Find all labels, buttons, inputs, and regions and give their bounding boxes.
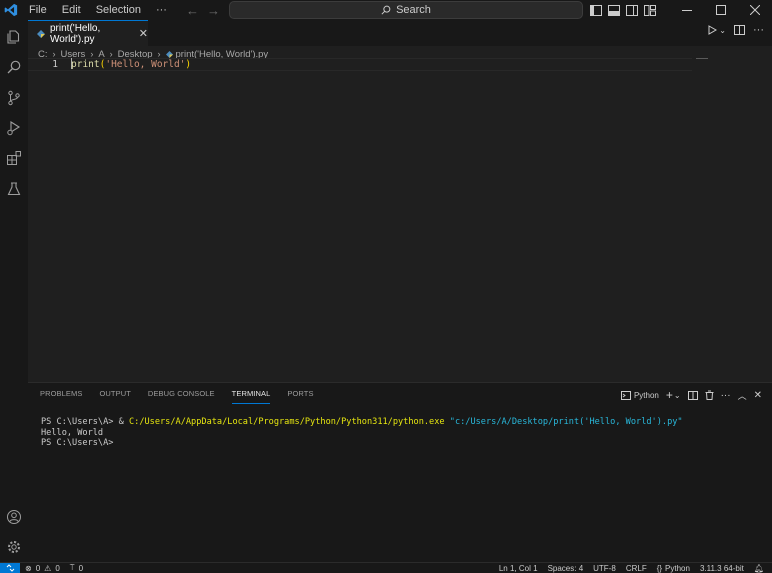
account-icon[interactable] <box>4 507 24 527</box>
bottom-panel: PROBLEMS OUTPUT DEBUG CONSOLE TERMINAL P… <box>28 382 772 562</box>
language-label: Python <box>665 564 690 573</box>
cursor-position[interactable]: Ln 1, Col 1 <box>499 564 538 573</box>
python-file-icon <box>37 29 45 38</box>
source-control-icon[interactable] <box>4 88 24 108</box>
run-python-file-icon[interactable] <box>707 25 718 35</box>
errors-icon: ⊗ <box>25 563 32 573</box>
close-panel-icon[interactable]: ✕ <box>754 390 762 401</box>
forward-arrow-icon[interactable]: → <box>207 3 220 18</box>
menu-edit[interactable]: Edit <box>55 0 89 20</box>
status-left: ⊗ 0 ⚠ 0 ⍡ 0 <box>20 563 83 573</box>
token-paren-close: ) <box>185 59 192 70</box>
terminal-executable: C:/Users/A/AppData/Local/Programs/Python… <box>128 417 445 427</box>
status-bar: ⊗ 0 ⚠ 0 ⍡ 0 Ln 1, Col 1 Spaces: 4 UTF-8 … <box>0 562 772 573</box>
terminal-argument: "c:/Users/A/Desktop/print('Hello, World'… <box>449 417 683 427</box>
minimize-button[interactable] <box>670 0 704 20</box>
encoding[interactable]: UTF-8 <box>593 564 616 573</box>
window-controls <box>670 0 772 20</box>
close-icon <box>750 5 760 15</box>
tab-ports[interactable]: PORTS <box>287 389 313 404</box>
indentation[interactable]: Spaces: 4 <box>548 564 584 573</box>
maximize-icon <box>716 5 726 15</box>
testing-flask-icon[interactable] <box>4 179 24 199</box>
panel-tabs: PROBLEMS OUTPUT DEBUG CONSOLE TERMINAL P… <box>40 389 314 404</box>
breadcrumb-python-file-icon <box>165 50 173 58</box>
toggle-panel-icon[interactable] <box>608 4 620 16</box>
layout-controls <box>590 0 656 20</box>
terminal-profile[interactable]: Python <box>620 390 659 400</box>
menu-more[interactable]: ··· <box>149 0 175 20</box>
terminal-profile-label: Python <box>633 390 659 400</box>
remote-icon <box>6 564 14 572</box>
tab-close-icon[interactable]: ✕ <box>139 27 148 40</box>
tab-problems[interactable]: PROBLEMS <box>40 389 82 404</box>
menu-bar: File Edit Selection ··· <box>22 0 175 20</box>
activity-bar <box>0 20 28 562</box>
braces-icon: {} <box>656 564 663 573</box>
extensions-icon[interactable] <box>4 148 24 168</box>
language-mode[interactable]: {} Python <box>657 564 690 573</box>
run-and-debug-icon[interactable] <box>4 118 24 138</box>
vscode-logo-icon <box>0 0 22 20</box>
terminal-prompt: PS C:\Users\A> <box>41 417 119 427</box>
terminal-call-operator: & <box>118 417 129 427</box>
token-function: print <box>71 59 100 70</box>
warnings-count[interactable]: 0 <box>55 564 59 573</box>
code-line[interactable]: print('Hello, World') <box>71 58 191 71</box>
terminal-program-output: Hello, World <box>41 427 104 438</box>
split-editor-icon[interactable] <box>734 25 745 35</box>
navigation-arrows: ← → <box>186 0 220 20</box>
minimize-icon <box>682 10 692 11</box>
terminal-icon <box>620 390 631 400</box>
explorer-icon[interactable] <box>4 27 24 47</box>
minimap[interactable] <box>696 58 708 59</box>
terminal-prompt: PS C:\Users\A> <box>41 438 114 448</box>
search-icon <box>381 5 391 15</box>
ports-count[interactable]: 0 <box>79 564 83 573</box>
ports-antenna-icon: ⍡ <box>69 563 75 572</box>
search-label: Search <box>396 4 431 16</box>
editor-area: print('Hello, World').py ✕ ⌄ ··· C: › Us… <box>28 20 772 382</box>
tab-output[interactable]: OUTPUT <box>99 389 130 404</box>
status-right: Ln 1, Col 1 Spaces: 4 UTF-8 CRLF {} Pyth… <box>499 563 764 573</box>
tab-debug-console[interactable]: DEBUG CONSOLE <box>148 389 215 404</box>
tab-terminal[interactable]: TERMINAL <box>231 389 271 404</box>
menu-selection[interactable]: Selection <box>89 0 149 20</box>
split-terminal-icon[interactable] <box>687 390 698 400</box>
kill-terminal-trash-icon[interactable] <box>705 390 714 400</box>
maximize-panel-chevron-icon[interactable]: ︿ <box>738 389 747 402</box>
settings-gear-icon[interactable] <box>4 537 24 557</box>
errors-count[interactable]: 0 <box>36 564 40 573</box>
line-endings[interactable]: CRLF <box>626 564 647 573</box>
token-string: 'Hello, World' <box>105 59 186 70</box>
toggle-primary-sidebar-icon[interactable] <box>590 4 602 16</box>
maximize-button[interactable] <box>704 0 738 20</box>
vscode-window: File Edit Selection ··· ← → Search print… <box>0 0 772 573</box>
more-actions-icon[interactable]: ··· <box>753 24 764 36</box>
command-center-search[interactable]: Search <box>229 1 583 19</box>
menu-file[interactable]: File <box>22 0 55 20</box>
title-bar: File Edit Selection ··· ← → Search <box>0 0 772 20</box>
warnings-icon: ⚠ <box>44 563 52 573</box>
editor-tab-bar: print('Hello, World').py ✕ ⌄ ··· <box>28 20 772 46</box>
line-number: 1 <box>52 59 58 70</box>
terminal-dropdown-chevron-icon[interactable]: ⌄ <box>674 391 681 400</box>
notifications-bell-icon[interactable]: 🔔︎ <box>754 564 764 573</box>
search-sidebar-icon[interactable] <box>4 57 24 77</box>
back-arrow-icon[interactable]: ← <box>186 3 199 18</box>
panel-more-actions-icon[interactable]: ··· <box>721 390 731 401</box>
tab-title: print('Hello, World').py <box>50 22 101 45</box>
close-window-button[interactable] <box>738 0 772 20</box>
panel-actions: Python + ⌄ ··· ︿ ✕ <box>620 388 762 402</box>
new-terminal-plus-icon[interactable]: + <box>666 388 673 402</box>
customize-layout-icon[interactable] <box>644 4 656 16</box>
run-options-chevron-icon[interactable]: ⌄ <box>719 26 726 35</box>
remote-indicator[interactable] <box>0 562 20 573</box>
editor-actions: ⌄ ··· <box>707 24 764 36</box>
terminal-output[interactable]: PS C:\Users\A> & C:/Users/A/AppData/Loca… <box>41 417 683 449</box>
python-interpreter[interactable]: 3.11.3 64-bit <box>700 564 744 573</box>
editor-tab[interactable]: print('Hello, World').py ✕ <box>28 20 148 46</box>
toggle-secondary-sidebar-icon[interactable] <box>626 4 638 16</box>
